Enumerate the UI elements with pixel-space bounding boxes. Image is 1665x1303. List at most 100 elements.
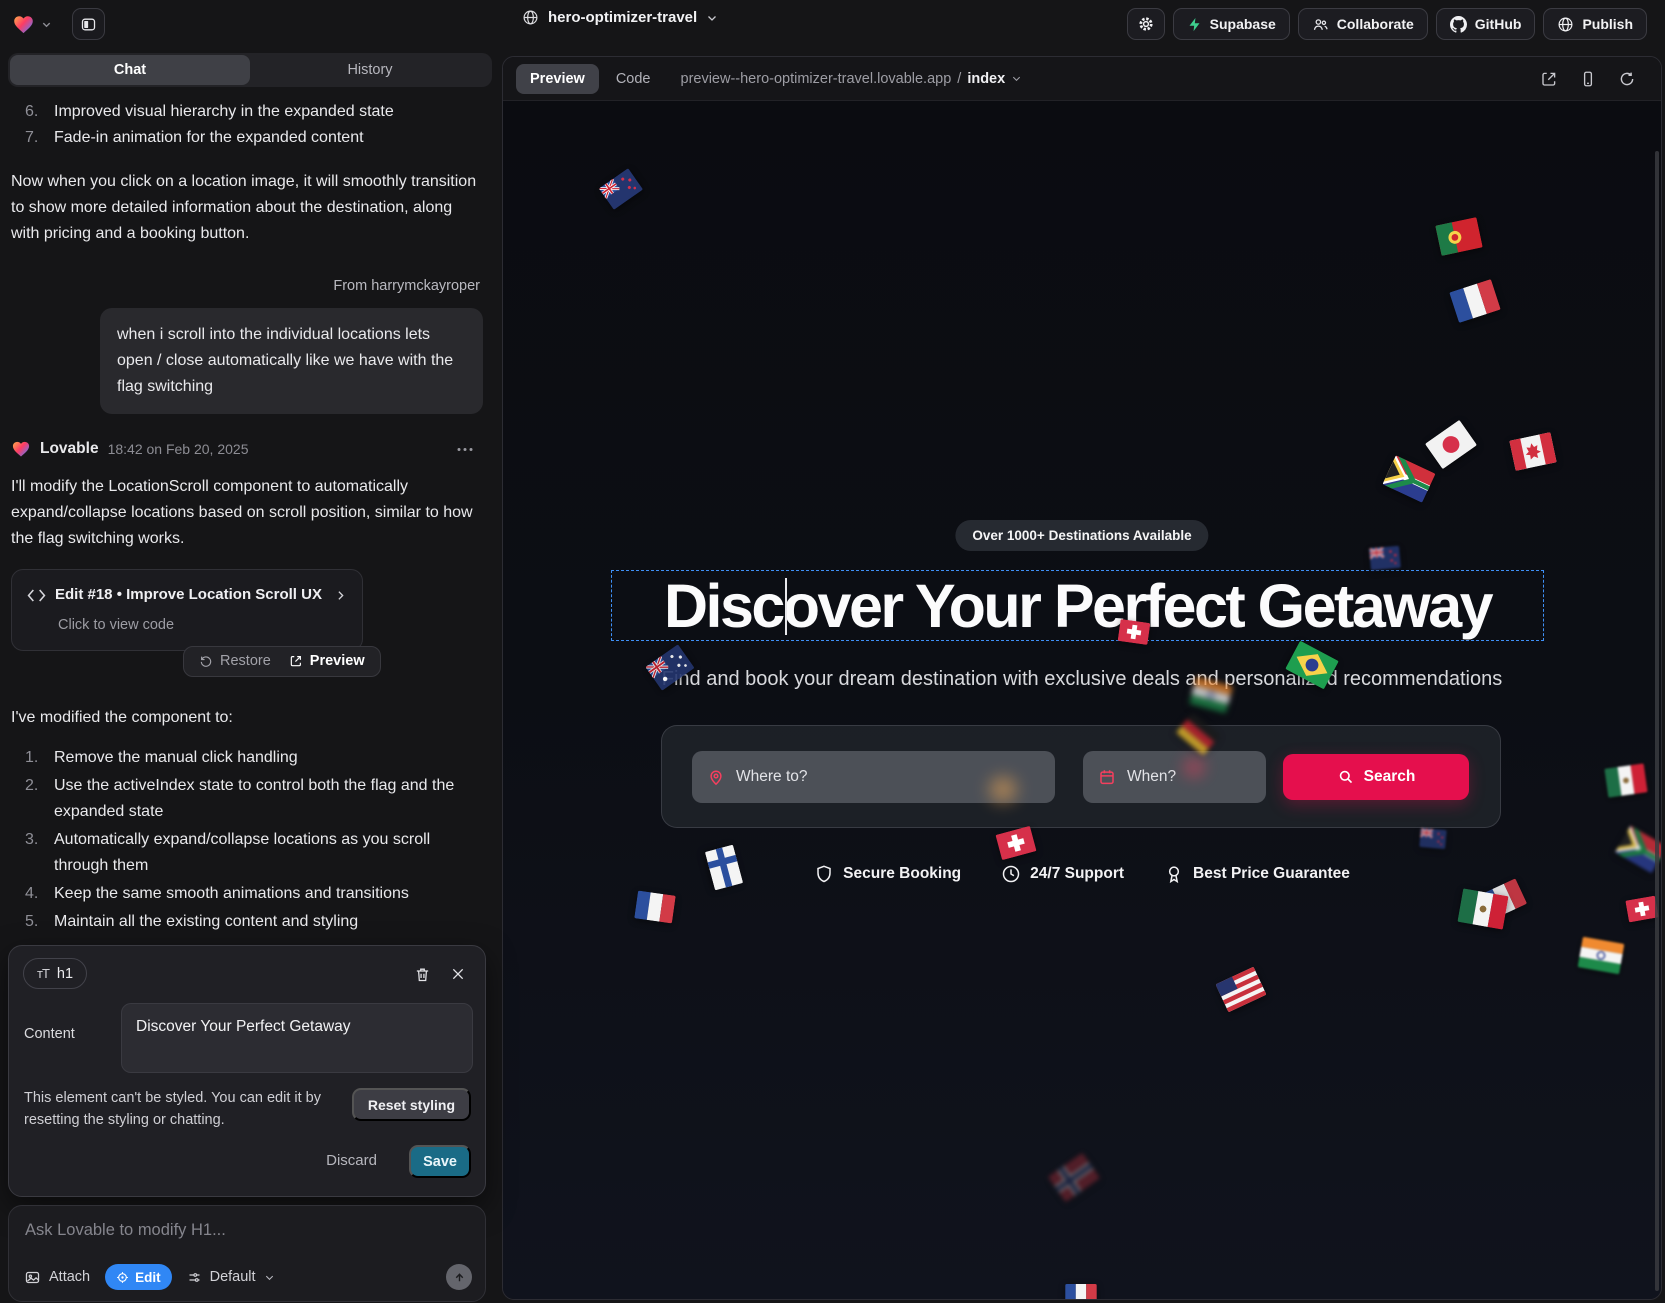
- typography-icon: [37, 966, 49, 982]
- external-link-icon: [1540, 70, 1558, 88]
- feature-label: Secure Booking: [843, 865, 961, 883]
- tab-chat[interactable]: Chat: [10, 55, 250, 85]
- feature-support: 24/7 Support: [1001, 864, 1124, 884]
- logo-chevron-down-icon[interactable]: [41, 19, 52, 30]
- list-text: Improved visual hierarchy in the expande…: [54, 99, 394, 125]
- when-input[interactable]: [1127, 768, 1251, 786]
- preview-scrollbar[interactable]: [1655, 151, 1659, 1291]
- reset-styling-button[interactable]: Reset styling: [352, 1088, 471, 1121]
- list-item: 6. Improved visual hierarchy in the expa…: [11, 99, 483, 125]
- hero-heading[interactable]: Discover Your Perfect Getaway: [664, 571, 1491, 641]
- content-input[interactable]: Discover Your Perfect Getaway: [121, 1003, 473, 1073]
- features-row: Secure Booking 24/7 Support Best Price G…: [503, 864, 1661, 884]
- attach-button[interactable]: Attach: [24, 1269, 90, 1286]
- lovable-heart-logo[interactable]: [12, 13, 35, 36]
- edit-card-title: Edit #18 • Improve Location Scroll UX: [55, 582, 322, 608]
- list-number: 4.: [25, 881, 45, 907]
- delete-element-button[interactable]: [409, 961, 435, 987]
- search-button[interactable]: Search: [1283, 754, 1469, 800]
- preview-actions: [1540, 70, 1636, 88]
- version-actions-toolbar: Restore Preview: [183, 646, 381, 677]
- list-number: 7.: [25, 125, 45, 151]
- chevron-right-icon: [334, 589, 347, 602]
- open-external-button[interactable]: [1540, 70, 1558, 88]
- save-button[interactable]: Save: [409, 1145, 471, 1178]
- mode-selector[interactable]: Default: [187, 1269, 275, 1285]
- list-number: 5.: [25, 909, 45, 935]
- where-input[interactable]: [736, 768, 1040, 786]
- assistant-name: Lovable: [40, 436, 99, 462]
- panel-toggle-icon: [80, 16, 97, 33]
- ask-input[interactable]: [25, 1221, 469, 1240]
- selected-heading-outline[interactable]: Discover Your Perfect Getaway: [611, 570, 1544, 641]
- mobile-view-button[interactable]: [1579, 70, 1597, 88]
- search-card: Search: [661, 725, 1501, 828]
- publish-globe-icon: [1557, 16, 1574, 33]
- mobile-icon: [1579, 70, 1597, 88]
- list-item: 1. Remove the manual click handling: [11, 745, 483, 771]
- code-brackets-icon: [27, 588, 46, 603]
- styling-note: This element can't be styled. You can ed…: [24, 1087, 342, 1131]
- list-text: Maintain all the existing content and st…: [54, 909, 358, 935]
- search-icon: [1337, 768, 1354, 785]
- preview-url[interactable]: preview--hero-optimizer-travel.lovable.a…: [681, 71, 1023, 87]
- list-item: 3. Automatically expand/collapse locatio…: [11, 827, 483, 879]
- github-button[interactable]: GitHub: [1436, 8, 1536, 40]
- calendar-icon: [1098, 768, 1116, 786]
- restore-button[interactable]: Restore: [199, 648, 271, 674]
- refresh-icon: [1618, 70, 1636, 88]
- assistant-paragraph: I've modified the component to:: [11, 705, 483, 731]
- when-field[interactable]: [1083, 751, 1266, 803]
- tab-preview[interactable]: Preview: [516, 64, 599, 94]
- award-icon: [1164, 864, 1184, 884]
- edit-mode-pill[interactable]: Edit: [105, 1264, 172, 1290]
- element-tag-badge: h1: [23, 958, 87, 989]
- where-field[interactable]: [692, 751, 1055, 803]
- assistant-paragraph: I'll modify the LocationScroll component…: [11, 474, 483, 552]
- url-separator: /: [957, 71, 961, 87]
- message-menu-dots-icon[interactable]: [457, 447, 483, 452]
- tab-history[interactable]: History: [250, 55, 490, 85]
- clock-icon: [1001, 864, 1021, 884]
- destinations-badge: Over 1000+ Destinations Available: [955, 520, 1208, 551]
- mode-label: Default: [210, 1269, 256, 1285]
- github-label: GitHub: [1475, 16, 1522, 32]
- project-name: hero-optimizer-travel: [548, 9, 697, 26]
- from-user-label: From harrymckayroper: [11, 273, 483, 299]
- preview-version-button[interactable]: Preview: [289, 648, 365, 674]
- publish-label: Publish: [1582, 16, 1633, 32]
- preview-viewport: Over 1000+ Destinations Available Discov…: [503, 101, 1661, 1299]
- project-switcher[interactable]: hero-optimizer-travel: [522, 9, 718, 26]
- feature-best-price: Best Price Guarantee: [1164, 864, 1350, 884]
- gear-icon: [1137, 15, 1155, 33]
- message-timestamp: 18:42 on Feb 20, 2025: [108, 436, 249, 462]
- tab-code[interactable]: Code: [616, 71, 651, 87]
- send-button[interactable]: [446, 1264, 472, 1290]
- list-number: 2.: [25, 773, 45, 825]
- sliders-icon: [187, 1270, 202, 1285]
- close-panel-button[interactable]: [445, 961, 471, 987]
- topbar-actions: Supabase Collaborate GitHub Publish: [1127, 8, 1647, 40]
- feature-secure-booking: Secure Booking: [814, 864, 961, 884]
- list-text: Remove the manual click handling: [54, 745, 298, 771]
- search-label: Search: [1364, 768, 1416, 786]
- chat-panel[interactable]: 6. Improved visual hierarchy in the expa…: [0, 87, 500, 945]
- publish-button[interactable]: Publish: [1543, 8, 1647, 40]
- supabase-button[interactable]: Supabase: [1173, 8, 1290, 40]
- refresh-button[interactable]: [1618, 70, 1636, 88]
- github-icon: [1450, 16, 1467, 33]
- image-attach-icon: [24, 1269, 41, 1286]
- arrow-up-icon: [453, 1271, 466, 1284]
- people-icon: [1312, 16, 1329, 33]
- topbar-left: [12, 8, 105, 40]
- list-number: 1.: [25, 745, 45, 771]
- settings-button[interactable]: [1127, 8, 1165, 40]
- edit-version-card[interactable]: Edit #18 • Improve Location Scroll UX Cl…: [11, 569, 363, 651]
- sidebar-toggle-button[interactable]: [72, 8, 105, 40]
- topbar: hero-optimizer-travel Supabase: [0, 0, 1665, 48]
- url-page: index: [967, 71, 1005, 87]
- globe-icon: [522, 9, 539, 26]
- collaborate-button[interactable]: Collaborate: [1298, 8, 1428, 40]
- discard-button[interactable]: Discard: [326, 1152, 377, 1169]
- restore-icon: [199, 654, 213, 668]
